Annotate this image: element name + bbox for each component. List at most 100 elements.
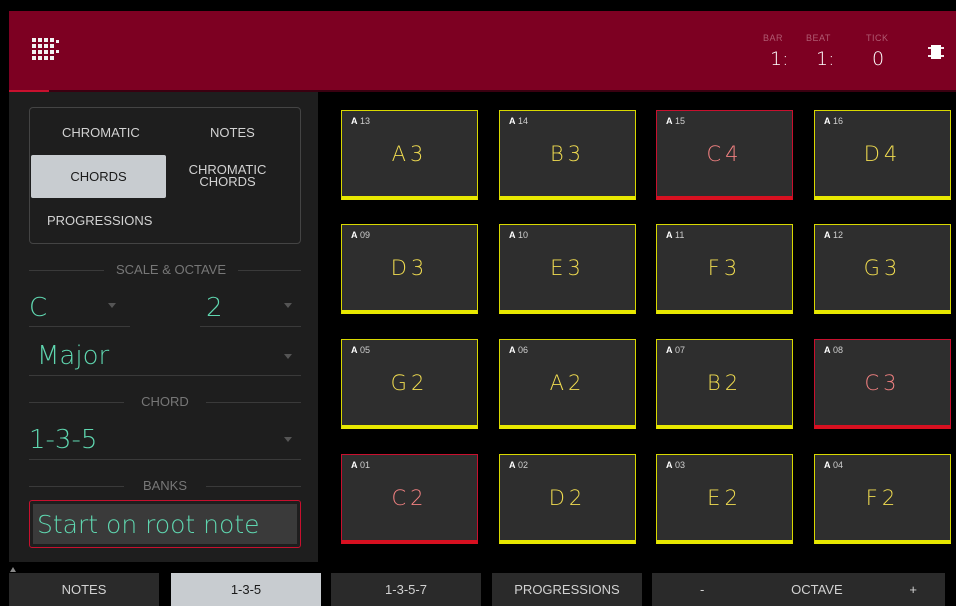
pad-A06[interactable]: A 06 A2 xyxy=(499,339,636,429)
pad-A10[interactable]: A 10 E3 xyxy=(499,224,636,314)
octave-select[interactable]: 2 xyxy=(200,283,301,327)
section-rule xyxy=(206,486,301,487)
pad-id: A 04 xyxy=(824,460,843,470)
pad-note: G3 xyxy=(863,256,902,280)
pad-number: 04 xyxy=(833,460,844,470)
pad-note: F2 xyxy=(865,486,900,510)
header-bar xyxy=(9,11,956,90)
pad-A01[interactable]: A 01 C2 xyxy=(341,454,478,544)
mode-notes[interactable]: NOTES xyxy=(210,125,255,140)
section-rule xyxy=(29,486,124,487)
pad-number: 10 xyxy=(518,230,529,240)
section-rule xyxy=(238,270,301,271)
pad-A02[interactable]: A 02 D2 xyxy=(499,454,636,544)
chord-label: CHORD xyxy=(141,394,189,409)
pad-number: 08 xyxy=(833,345,844,355)
pad-A14[interactable]: A 14 B3 xyxy=(499,110,636,200)
pad-bank: A xyxy=(509,345,516,355)
mode-chords[interactable]: CHORDS xyxy=(31,155,166,198)
chevron-down-icon xyxy=(284,303,292,308)
mode-chromatic-chords-line2: CHORDS xyxy=(199,174,256,189)
pad-note: C3 xyxy=(864,371,901,395)
pad-number: 06 xyxy=(518,345,529,355)
pad-note: G2 xyxy=(390,371,429,395)
pad-grid-icon[interactable] xyxy=(32,38,60,64)
pad-id: A 13 xyxy=(351,116,370,126)
pad-A07[interactable]: A 07 B2 xyxy=(656,339,793,429)
chevron-down-icon xyxy=(284,437,292,442)
pad-bank: A xyxy=(509,230,516,240)
pad-note: D2 xyxy=(548,486,587,510)
pad-A13[interactable]: A 13 A3 xyxy=(341,110,478,200)
pad-number: 14 xyxy=(518,116,529,126)
bar-value[interactable]: 1: xyxy=(770,48,789,70)
pad-bank: A xyxy=(666,230,673,240)
octave-up-button[interactable]: + xyxy=(909,582,917,597)
mode-chromatic-chords[interactable]: CHROMATIC CHORDS xyxy=(185,163,270,189)
pad-A04[interactable]: A 04 F2 xyxy=(814,454,951,544)
pad-bank: A xyxy=(351,116,358,126)
pad-id: A 16 xyxy=(824,116,843,126)
pad-id: A 12 xyxy=(824,230,843,240)
tab-notes[interactable]: NOTES xyxy=(9,573,159,606)
arrow-up-icon[interactable] xyxy=(10,567,16,572)
pad-A08[interactable]: A 08 C3 xyxy=(814,339,951,429)
mode-chromatic[interactable]: CHROMATIC xyxy=(62,125,140,140)
pad-id: A 11 xyxy=(666,230,684,240)
pad-bank: A xyxy=(509,460,516,470)
tab-progressions[interactable]: PROGRESSIONS xyxy=(492,573,642,606)
mode-progressions[interactable]: PROGRESSIONS xyxy=(47,213,152,228)
bar-label: BAR xyxy=(763,33,784,43)
pad-note: E2 xyxy=(707,486,742,510)
pad-number: 05 xyxy=(360,345,371,355)
banks-label: BANKS xyxy=(142,478,188,493)
beat-value[interactable]: 1: xyxy=(816,48,835,70)
octave-label: OCTAVE xyxy=(791,582,843,597)
pad-number: 01 xyxy=(360,460,371,470)
pad-A15[interactable]: A 15 C4 xyxy=(656,110,793,200)
chevron-down-icon xyxy=(108,303,116,308)
tick-value[interactable]: 0 xyxy=(872,48,884,70)
tick-label: TICK xyxy=(866,33,889,43)
pad-number: 11 xyxy=(675,230,685,240)
root-note-value: C xyxy=(29,293,48,323)
pad-A11[interactable]: A 11 F3 xyxy=(656,224,793,314)
pad-id: A 06 xyxy=(509,345,528,355)
pad-note: F3 xyxy=(707,256,742,280)
pad-A05[interactable]: A 05 G2 xyxy=(341,339,478,429)
pad-bank: A xyxy=(351,230,358,240)
pad-number: 12 xyxy=(833,230,844,240)
pad-bank: A xyxy=(666,116,673,126)
pad-A09[interactable]: A 09 D3 xyxy=(341,224,478,314)
pad-A12[interactable]: A 12 G3 xyxy=(814,224,951,314)
pad-id: A 01 xyxy=(351,460,370,470)
pad-bank: A xyxy=(824,460,831,470)
pad-id: A 15 xyxy=(666,116,685,126)
pad-note: D3 xyxy=(390,256,429,280)
pad-number: 07 xyxy=(675,345,686,355)
pad-note: A2 xyxy=(549,371,586,395)
pad-id: A 07 xyxy=(666,345,685,355)
scale-select[interactable]: Major xyxy=(29,334,301,376)
pad-number: 03 xyxy=(675,460,686,470)
octave-down-button[interactable]: - xyxy=(700,582,704,597)
pad-number: 16 xyxy=(833,116,844,126)
pad-A03[interactable]: A 03 E2 xyxy=(656,454,793,544)
chord-select[interactable]: 1-3-5 xyxy=(29,417,301,460)
pad-bank: A xyxy=(351,345,358,355)
pad-note: D4 xyxy=(863,142,902,166)
section-rule xyxy=(206,402,301,403)
pad-number: 15 xyxy=(675,116,686,126)
octave-value: 2 xyxy=(206,293,223,323)
pad-number: 13 xyxy=(360,116,371,126)
scale-octave-label: SCALE & OCTAVE xyxy=(115,262,227,277)
pad-A16[interactable]: A 16 D4 xyxy=(814,110,951,200)
tab-chord-1357[interactable]: 1-3-5-7 xyxy=(331,573,481,606)
tab-chord-135[interactable]: 1-3-5 xyxy=(171,573,321,606)
root-note-select[interactable]: C xyxy=(29,283,130,327)
pad-number: 09 xyxy=(360,230,371,240)
pad-id: A 09 xyxy=(351,230,370,240)
section-rule xyxy=(29,402,124,403)
pad-note: B3 xyxy=(549,142,586,166)
chip-icon[interactable] xyxy=(928,45,944,59)
